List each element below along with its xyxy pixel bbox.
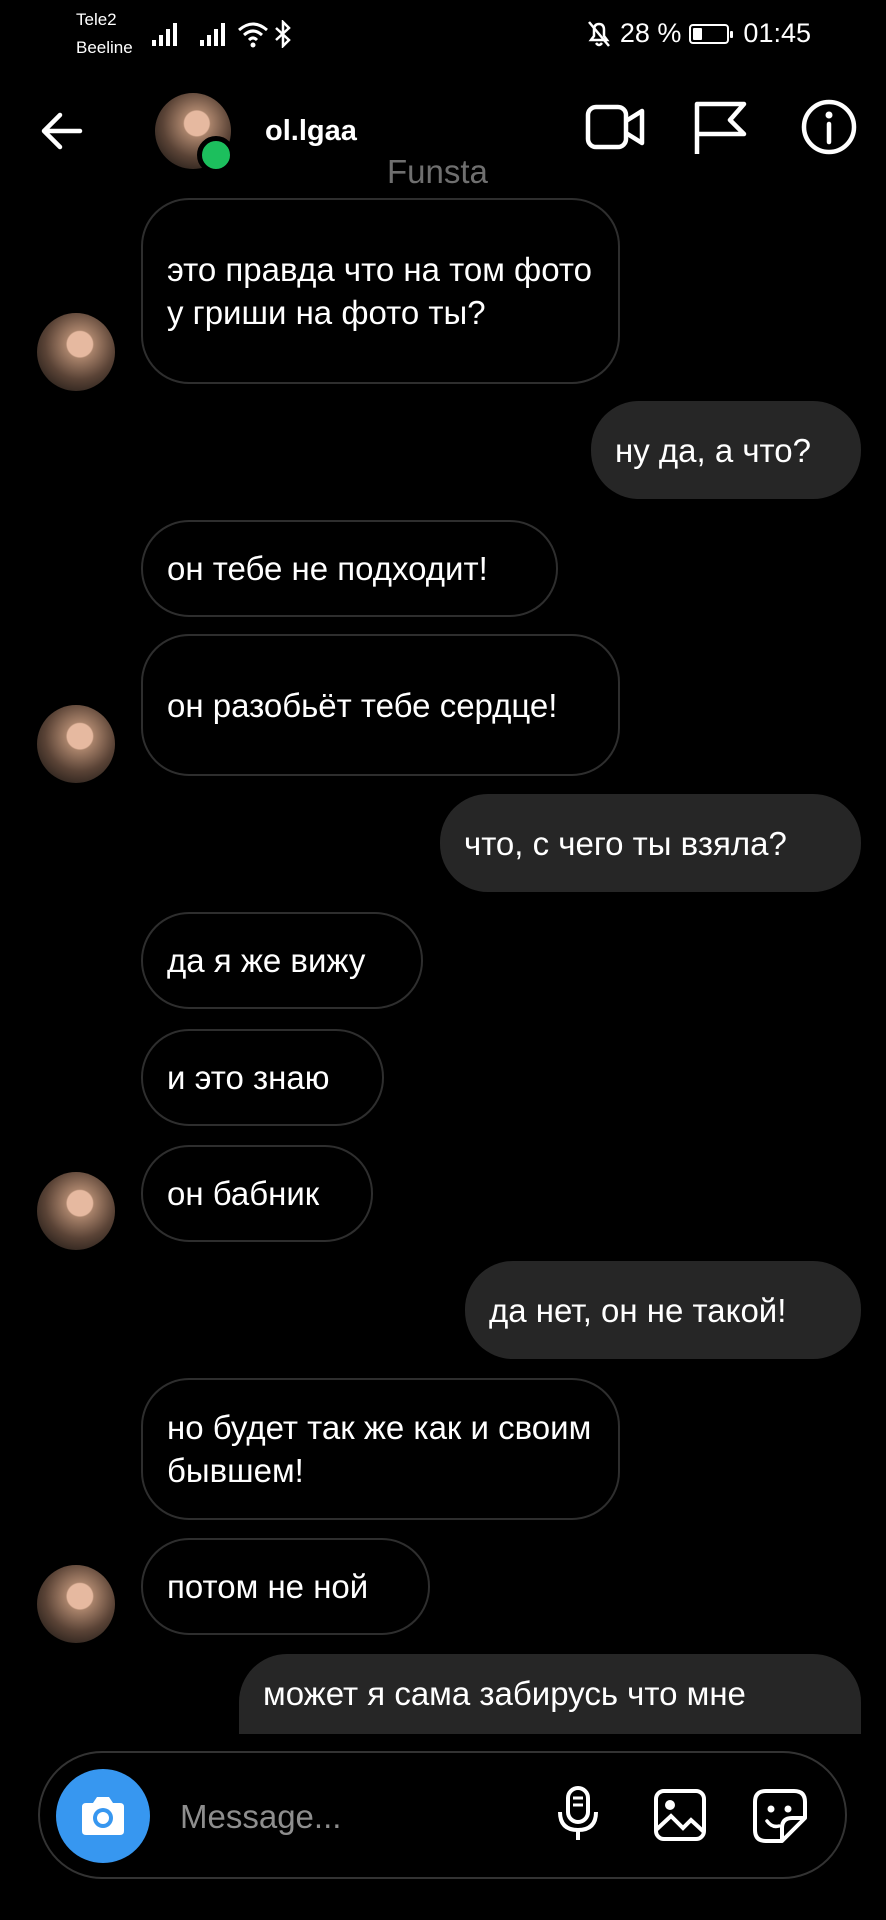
signal-icon <box>152 23 177 46</box>
message-text: но будет так же как и своим бывшем! <box>167 1409 592 1489</box>
camera-button[interactable] <box>56 1769 150 1863</box>
message-text: потом не ной <box>167 1568 369 1605</box>
message-bubble-incoming[interactable]: но будет так же как и своим бывшем! <box>141 1378 620 1520</box>
info-icon[interactable] <box>800 98 858 156</box>
mute-bell-icon <box>587 20 610 47</box>
header-subtitle: Funsta <box>387 153 488 190</box>
battery-fill <box>693 27 703 40</box>
battery-percent: 28 % <box>619 18 682 48</box>
message-bubble-incoming[interactable]: он тебе не подходит! <box>141 520 558 617</box>
message-text: да я же вижу <box>167 942 366 979</box>
camera-icon <box>82 1797 124 1835</box>
message-bubble-outgoing[interactable]: что, с чего ты взяла? <box>440 794 861 892</box>
sender-avatar[interactable] <box>37 1565 115 1643</box>
message-bubble-outgoing[interactable]: ну да, а что? <box>591 401 861 499</box>
message-bubble-incoming[interactable]: он бабник <box>141 1145 373 1242</box>
bluetooth-icon <box>275 20 291 48</box>
message-text: он бабник <box>167 1175 320 1212</box>
video-call-icon[interactable] <box>585 104 645 150</box>
message-text: он тебе не подходит! <box>167 550 488 587</box>
message-text: он разобьёт тебе сердце! <box>167 686 558 724</box>
carrier-1: Tele2 <box>76 10 117 29</box>
carrier-2: Beeline <box>76 38 133 57</box>
sticker-icon[interactable] <box>752 1788 808 1844</box>
message-text: это правда что на том фото у гриши на фо… <box>167 251 592 331</box>
message-bubble-incoming[interactable]: потом не ной <box>141 1538 430 1635</box>
message-bubble-outgoing[interactable]: может я сама забирусь что мне <box>239 1654 861 1734</box>
sender-avatar[interactable] <box>37 1172 115 1250</box>
message-text: да нет, он не такой! <box>489 1291 787 1329</box>
back-arrow-icon[interactable] <box>40 110 84 152</box>
message-text: что, с чего ты взяла? <box>464 824 787 862</box>
message-bubble-incoming[interactable]: и это знаю <box>141 1029 384 1126</box>
sender-avatar[interactable] <box>37 313 115 391</box>
microphone-icon[interactable] <box>556 1786 600 1842</box>
battery-icon <box>689 23 734 44</box>
message-text: ну да, а что? <box>615 431 812 469</box>
gallery-icon[interactable] <box>653 1788 707 1842</box>
message-input[interactable] <box>178 1791 522 1843</box>
message-bubble-incoming[interactable]: да я же вижу <box>141 912 423 1009</box>
sender-avatar[interactable] <box>37 705 115 783</box>
message-text: может я сама забирусь что мне <box>263 1675 746 1712</box>
signal-icon-2 <box>200 23 225 46</box>
clock: 01:45 <box>743 18 811 48</box>
online-status-dot <box>197 136 235 174</box>
message-bubble-incoming[interactable]: это правда что на том фото у гриши на фо… <box>141 198 620 384</box>
message-text: и это знаю <box>167 1059 330 1096</box>
message-bubble-incoming[interactable]: он разобьёт тебе сердце! <box>141 634 620 776</box>
wifi-icon <box>238 22 268 48</box>
message-bubble-outgoing[interactable]: да нет, он не такой! <box>465 1261 861 1359</box>
flag-icon[interactable] <box>692 100 750 156</box>
header-username[interactable]: ol.lgaa <box>265 115 357 148</box>
status-right: 28 % 01:45 <box>586 18 811 49</box>
